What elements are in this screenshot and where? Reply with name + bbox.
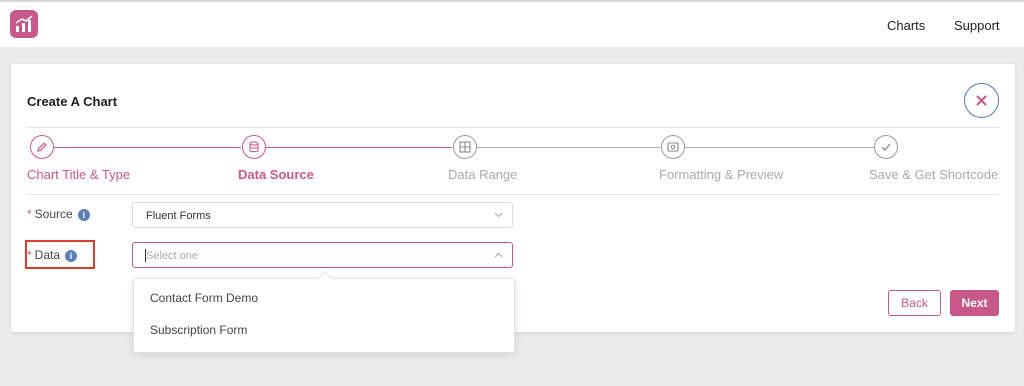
- chevron-up-icon: [494, 252, 503, 258]
- header-divider: [27, 127, 999, 128]
- step-2-marker[interactable]: [242, 135, 266, 159]
- data-dropdown-menu: Contact Form Demo Subscription Form: [133, 270, 515, 353]
- app-logo-icon[interactable]: [10, 10, 38, 38]
- nav-support-link[interactable]: Support: [954, 18, 1000, 33]
- step-connector-1: [54, 147, 241, 148]
- step-3-marker[interactable]: [453, 135, 477, 159]
- step-1-label[interactable]: Chart Title & Type: [27, 167, 130, 182]
- step-4-label[interactable]: Formatting & Preview: [659, 167, 783, 182]
- range-icon: [459, 141, 471, 153]
- data-select-placeholder: Select one: [146, 250, 198, 262]
- step-2-label[interactable]: Data Source: [238, 167, 314, 182]
- chevron-down-icon: [494, 212, 503, 218]
- step-connector-4: [685, 147, 874, 148]
- step-4-marker[interactable]: [661, 135, 685, 159]
- source-select-value: Fluent Forms: [146, 210, 211, 222]
- source-label: * Source i: [27, 207, 90, 221]
- data-label-text: Data: [34, 248, 61, 262]
- top-bar: Charts Support: [0, 0, 1024, 47]
- close-button[interactable]: [964, 83, 999, 118]
- step-5-marker[interactable]: [874, 135, 898, 159]
- step-connector-3: [477, 147, 660, 148]
- preview-icon: [667, 142, 679, 152]
- step-1-marker[interactable]: [30, 135, 54, 159]
- step-5-label[interactable]: Save & Get Shortcode: [869, 167, 998, 182]
- data-select[interactable]: Select one: [132, 242, 513, 268]
- dropdown-option[interactable]: Subscription Form: [134, 315, 514, 345]
- next-button[interactable]: Next: [950, 290, 999, 316]
- dropdown-option[interactable]: Contact Form Demo: [134, 283, 514, 313]
- database-icon: [249, 141, 259, 153]
- stepper-divider: [27, 194, 999, 195]
- info-icon[interactable]: i: [77, 208, 90, 221]
- source-select[interactable]: Fluent Forms: [132, 202, 513, 228]
- required-marker: *: [27, 207, 32, 221]
- step-3-label[interactable]: Data Range: [448, 167, 517, 182]
- page-title: Create A Chart: [27, 94, 118, 109]
- required-marker: *: [27, 248, 32, 262]
- close-icon: [976, 95, 987, 106]
- data-label: * Data i: [27, 248, 78, 262]
- back-button[interactable]: Back: [888, 290, 941, 316]
- info-icon[interactable]: i: [65, 249, 78, 262]
- step-connector-2: [266, 147, 452, 148]
- nav-charts-link[interactable]: Charts: [887, 18, 925, 33]
- source-label-text: Source: [34, 207, 73, 221]
- pencil-icon: [37, 142, 47, 152]
- check-icon: [881, 143, 891, 151]
